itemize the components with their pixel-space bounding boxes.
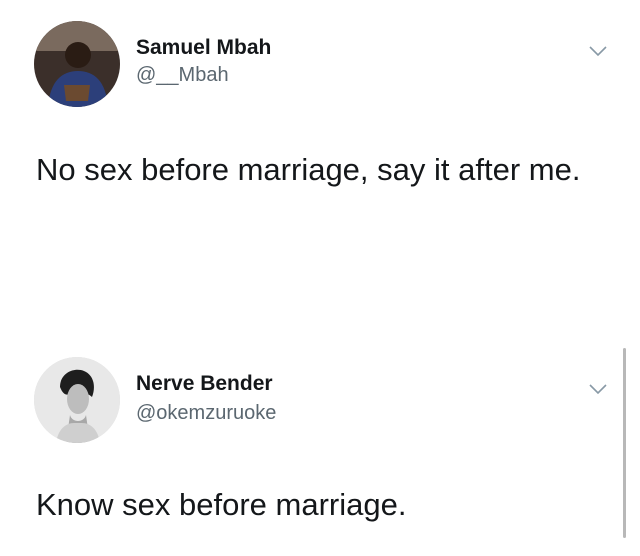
scrollbar[interactable]: [623, 348, 626, 538]
chevron-down-icon[interactable]: [588, 382, 608, 396]
handle[interactable]: @__Mbah: [136, 64, 229, 87]
avatar[interactable]: [34, 357, 120, 443]
portrait-photo-icon: [34, 357, 120, 443]
avatar[interactable]: [34, 21, 120, 107]
display-name[interactable]: Samuel Mbah: [136, 36, 271, 60]
tweet-text: No sex before marriage, say it after me.: [36, 152, 581, 187]
handle[interactable]: @okemzuruoke: [136, 402, 276, 425]
display-name[interactable]: Nerve Bender: [136, 372, 273, 396]
tweet: Samuel Mbah @__Mbah No sex before marria…: [0, 0, 640, 320]
tweet-text: Know sex before marriage.: [36, 487, 407, 522]
tweet: Nerve Bender @okemzuruoke Know sex befor…: [0, 320, 640, 556]
user-photo-icon: [34, 21, 120, 107]
chevron-down-icon[interactable]: [588, 44, 608, 58]
